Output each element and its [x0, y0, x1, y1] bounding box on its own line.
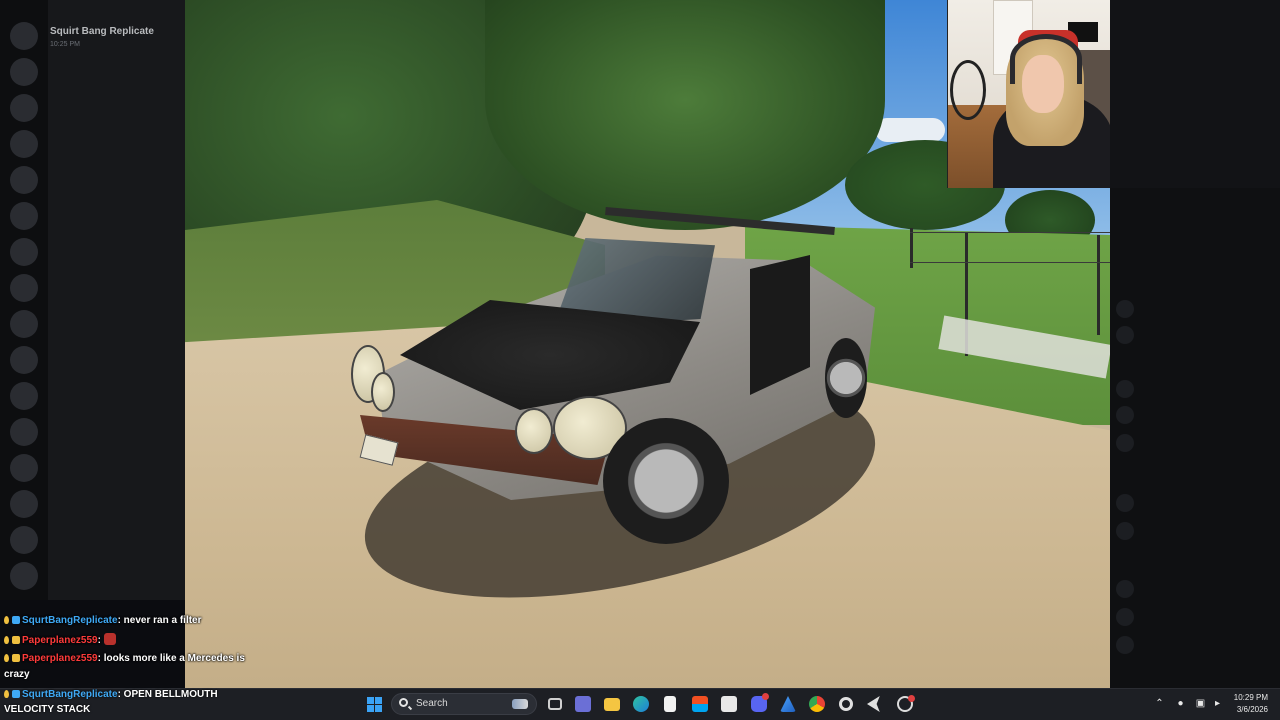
server-icon[interactable] — [10, 526, 38, 554]
member-avatar[interactable] — [1116, 380, 1134, 398]
cloud — [875, 118, 945, 142]
azure-icon[interactable] — [776, 692, 800, 716]
chat-message: SqurtBangReplicate: OPEN BELLMOUTH — [4, 689, 218, 700]
discord-right-top — [1110, 0, 1280, 188]
headset — [1010, 34, 1082, 84]
server-icon[interactable] — [10, 166, 38, 194]
search-highlight-icon[interactable] — [507, 693, 533, 715]
headlight — [371, 372, 395, 412]
chat-text: : looks more like a Mercedes is — [97, 653, 245, 664]
server-icon[interactable] — [10, 382, 38, 410]
sub-badge-icon — [12, 654, 20, 662]
fence-wire — [910, 232, 1110, 233]
volume-icon[interactable]: ▸ — [1212, 698, 1223, 709]
member-avatar[interactable] — [1116, 580, 1134, 598]
badge-icon — [4, 654, 9, 662]
channel-list — [48, 0, 185, 600]
file-explorer-icon[interactable] — [600, 692, 624, 716]
chat-username: SqurtBangReplicate — [22, 615, 118, 626]
server-icon[interactable] — [10, 94, 38, 122]
badge-icon — [4, 690, 9, 698]
server-icon[interactable] — [10, 418, 38, 446]
front-wheel — [603, 418, 729, 544]
teams-icon[interactable] — [571, 692, 595, 716]
member-avatar[interactable] — [1116, 300, 1134, 318]
chat-username: SqurtBangReplicate — [22, 689, 118, 700]
start-button[interactable] — [362, 692, 386, 716]
search-icon — [399, 698, 408, 707]
fence-post — [1097, 235, 1100, 335]
chevron-up-icon[interactable]: ⌃ — [1154, 698, 1165, 709]
member-avatar[interactable] — [1116, 406, 1134, 424]
chat-message-continuation: crazy — [4, 669, 30, 680]
member-avatar[interactable] — [1116, 434, 1134, 452]
edge-icon[interactable] — [629, 692, 653, 716]
cursor-app-icon[interactable] — [863, 692, 887, 716]
sub-badge-icon — [12, 616, 20, 624]
clock-date[interactable]: 3/6/2026 — [1228, 705, 1268, 714]
server-icon[interactable] — [10, 562, 38, 590]
chat-message: Paperplanez559: — [4, 633, 116, 646]
member-avatar[interactable] — [1116, 608, 1134, 626]
discord-background: Squirt Bang Replicate 10:25 PM — [0, 0, 185, 600]
member-list — [1110, 188, 1280, 688]
rear-wheel — [825, 338, 867, 418]
server-time: 10:25 PM — [50, 41, 80, 48]
chat-text: : — [97, 635, 104, 646]
settings-icon[interactable] — [834, 692, 858, 716]
chat-username: Paperplanez559 — [22, 635, 98, 646]
display-icon[interactable]: ▣ — [1195, 698, 1206, 709]
red-face-emote-icon — [103, 633, 116, 645]
sub-badge-icon — [12, 636, 20, 644]
chat-text: : OPEN BELLMOUTH — [117, 689, 218, 700]
server-icon[interactable] — [10, 22, 38, 50]
server-icon[interactable] — [10, 274, 38, 302]
bike — [950, 60, 986, 120]
member-avatar[interactable] — [1116, 522, 1134, 540]
windows-logo-icon — [366, 696, 382, 712]
server-icon[interactable] — [10, 202, 38, 230]
chat-message: Paperplanez559: looks more like a Merced… — [4, 653, 245, 664]
member-avatar[interactable] — [1116, 494, 1134, 512]
clock-time[interactable]: 10:29 PM — [1228, 693, 1268, 702]
fence-wire — [910, 262, 1110, 263]
chat-overlay: SqurtBangReplicate: never ran a filter P… — [0, 612, 300, 688]
server-icon[interactable] — [10, 238, 38, 266]
server-icon[interactable] — [10, 490, 38, 518]
server-icon[interactable] — [10, 58, 38, 86]
headlight — [515, 408, 553, 454]
server-icon[interactable] — [10, 130, 38, 158]
chat-text: : never ran a filter — [117, 615, 202, 626]
server-icon[interactable] — [10, 310, 38, 338]
store-icon[interactable] — [688, 692, 712, 716]
badge-icon — [4, 636, 9, 644]
microphone-icon[interactable]: ● — [1175, 698, 1186, 709]
sub-badge-icon — [12, 690, 20, 698]
chat-username: Paperplanez559 — [22, 653, 98, 664]
task-view-button[interactable] — [543, 692, 567, 716]
stream-screen: Squirt Bang Replicate 10:25 PM SqurtBang… — [0, 0, 1280, 720]
notepad-icon[interactable] — [658, 692, 682, 716]
chat-message: SqurtBangReplicate: never ran a filter — [4, 615, 202, 626]
notification-dot — [762, 693, 769, 700]
webcam-overlay — [947, 0, 1110, 188]
notification-dot — [908, 695, 915, 702]
search-label: Search — [416, 698, 448, 709]
server-title[interactable]: Squirt Bang Replicate — [50, 26, 154, 37]
chrome-icon[interactable] — [805, 692, 829, 716]
overlay-label: VELOCITY STACK — [4, 704, 91, 715]
server-icon[interactable] — [10, 346, 38, 374]
member-avatar[interactable] — [1116, 636, 1134, 654]
app-icon[interactable] — [717, 692, 741, 716]
badge-icon — [4, 616, 9, 624]
server-icon[interactable] — [10, 454, 38, 482]
member-avatar[interactable] — [1116, 326, 1134, 344]
